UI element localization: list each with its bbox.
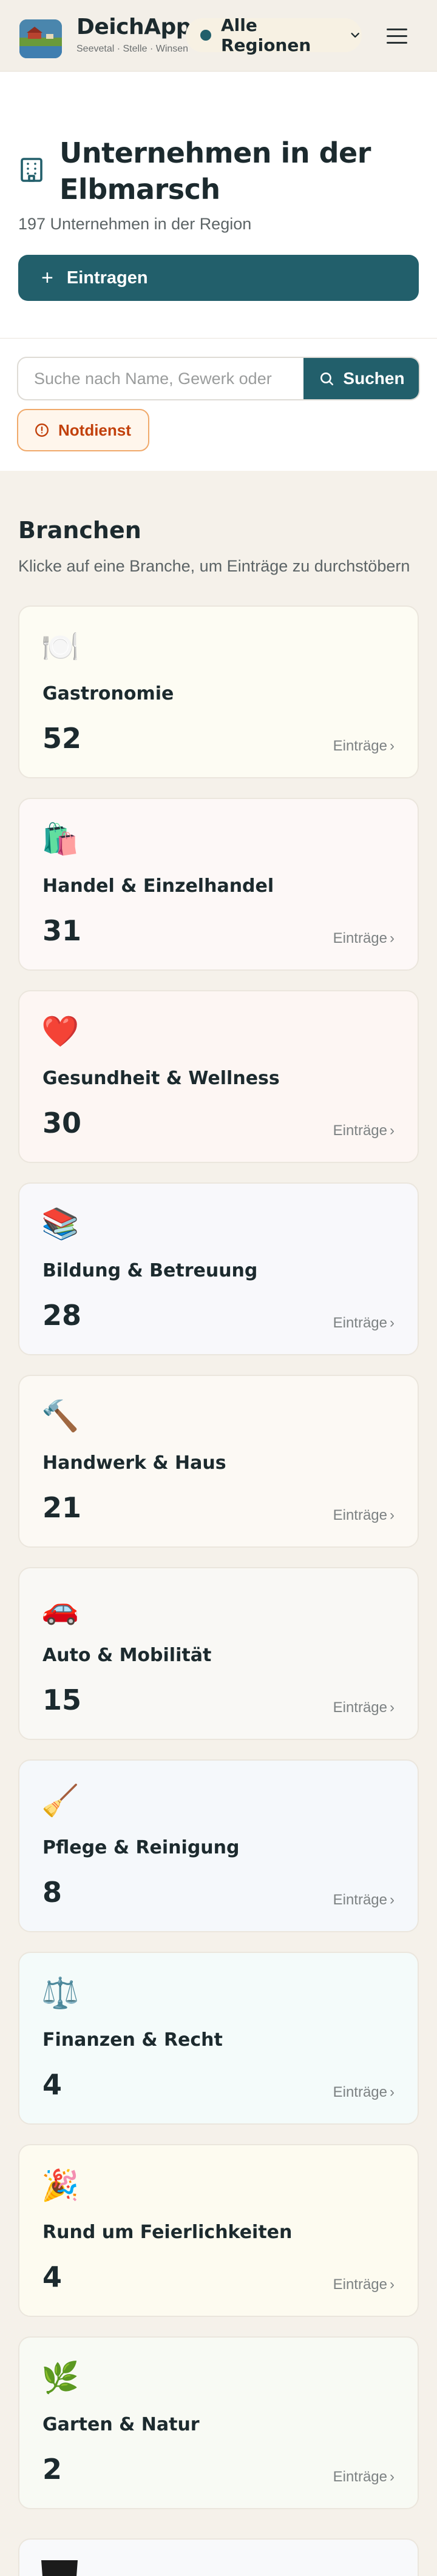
- hero-section: Unternehmen in der Elbmarsch 197 Unterne…: [0, 72, 437, 339]
- branch-name: Finanzen & Recht: [42, 2029, 223, 2051]
- branch-count: 30: [42, 1107, 82, 1139]
- menu-icon-line: [387, 35, 407, 37]
- chevron-down-icon: [351, 33, 359, 38]
- branch-name: Handel & Einzelhandel: [42, 875, 274, 897]
- branch-icon: [41, 2560, 78, 2576]
- region-selector-label: Alle Regionen: [221, 15, 311, 55]
- search-box: Suche n: [17, 357, 420, 400]
- branch-count: 52: [42, 722, 82, 755]
- branches-subtitle: Klicke auf eine Branche, um Einträge zu …: [18, 557, 410, 575]
- region-dot-icon: [200, 30, 211, 41]
- menu-button[interactable]: [380, 21, 414, 51]
- branch-entries-label: Einträge: [333, 738, 395, 755]
- branch-entries-label: Einträge: [333, 1122, 395, 1139]
- branch-count: 4: [42, 2068, 63, 2101]
- books-icon: 📚: [41, 1206, 80, 1241]
- app-tagline: Seevetal · Stelle · Winsen: [76, 44, 189, 54]
- branch-name: Gastronomie: [42, 683, 174, 704]
- search-button-label: Suchen: [343, 369, 405, 388]
- search-icon: [320, 373, 334, 386]
- branch-entries-label: Einträge: [333, 1892, 395, 1909]
- heart-icon: ❤️: [41, 1014, 80, 1049]
- branch-count: 2: [42, 2453, 63, 2486]
- shopping-bags-icon: 🛍️: [41, 821, 80, 857]
- branch-card-partial[interactable]: [18, 2538, 419, 2576]
- add-entry-button[interactable]: + Eintragen: [18, 255, 419, 301]
- branch-card[interactable]: ❤️ Gesundheit & Wellness 30 Einträge: [18, 990, 419, 1163]
- branch-count: 31: [42, 914, 82, 947]
- app-logo[interactable]: [19, 19, 62, 58]
- notdienst-label: Notdienst: [58, 420, 131, 439]
- branch-count: 28: [42, 1299, 82, 1332]
- branch-count: 4: [42, 2261, 63, 2293]
- branch-entries-label: Einträge: [333, 1315, 395, 1332]
- branch-card[interactable]: 🌿 Garten & Natur 2 Einträge: [18, 2336, 419, 2509]
- branches-heading: Branchen: [18, 517, 141, 544]
- plate-cutlery-icon: 🍽️: [41, 629, 80, 664]
- search-button[interactable]: Suchen: [303, 358, 419, 399]
- branch-count: 8: [42, 1876, 63, 1909]
- branch-card[interactable]: 🛍️ Handel & Einzelhandel 31 Einträge: [18, 798, 419, 971]
- branch-name: Gesundheit & Wellness: [42, 1068, 280, 1089]
- hammer-icon: 🔨: [41, 1398, 80, 1434]
- menu-icon-line: [387, 41, 407, 44]
- branch-count: 21: [42, 1491, 82, 1524]
- region-selector[interactable]: Alle Regionen: [186, 15, 362, 55]
- page-title: Unternehmen in der Elbmarsch: [59, 137, 371, 206]
- search-section: Suchen Notdienst: [0, 339, 437, 471]
- branch-name: Auto & Mobilität: [42, 1645, 212, 1666]
- menu-icon: [387, 28, 407, 30]
- broom-icon: 🧹: [41, 1783, 80, 1818]
- car-icon: 🚗: [41, 1591, 80, 1626]
- branch-name: Handwerk & Haus: [42, 1452, 226, 1474]
- building-icon: [21, 158, 42, 182]
- alert-circle-icon: [35, 423, 49, 437]
- branch-card[interactable]: 🎉 Rund um Feierlichkeiten 4 Einträge: [18, 2144, 419, 2317]
- branch-card[interactable]: 🧹 Pflege & Reinigung 8 Einträge: [18, 1759, 419, 1932]
- branch-name: Pflege & Reinigung: [42, 1837, 240, 1858]
- add-entry-label: Eintragen: [66, 268, 148, 288]
- company-count: 197 Unternehmen in der Region: [18, 215, 252, 233]
- branch-card[interactable]: 🍽️ Gastronomie 52 Einträge: [18, 605, 419, 778]
- branch-name: Bildung & Betreuung: [42, 1260, 258, 1281]
- app-name[interactable]: DeichApp: [76, 15, 192, 39]
- scales-icon: ⚖️: [41, 1975, 80, 2011]
- branch-entries-label: Einträge: [333, 2469, 395, 2486]
- branch-card[interactable]: 🚗 Auto & Mobilität 15 Einträge: [18, 1567, 419, 1740]
- branch-card[interactable]: ⚖️ Finanzen & Recht 4 Einträge: [18, 1952, 419, 2125]
- branch-count: 15: [42, 1684, 82, 1716]
- search-input[interactable]: [18, 358, 303, 399]
- branch-card[interactable]: 📚 Bildung & Betreuung 28 Einträge: [18, 1182, 419, 1355]
- branch-name: Rund um Feierlichkeiten: [42, 2222, 293, 2243]
- herb-icon: 🌿: [41, 2360, 80, 2395]
- notdienst-filter[interactable]: Notdienst: [17, 409, 149, 451]
- app-header: DeichApp Seevetal · Stelle · Winsen Alle…: [0, 0, 437, 72]
- branch-entries-label: Einträge: [333, 930, 395, 947]
- branch-entries-label: Einträge: [333, 2084, 395, 2101]
- branch-entries-label: Einträge: [333, 2276, 395, 2293]
- branch-card[interactable]: 🔨 Handwerk & Haus 21 Einträge: [18, 1375, 419, 1548]
- party-popper-icon: 🎉: [41, 2168, 80, 2203]
- branch-entries-label: Einträge: [333, 1507, 395, 1524]
- branch-entries-label: Einträge: [333, 1699, 395, 1716]
- branch-name: Garten & Natur: [42, 2414, 200, 2435]
- plus-icon: +: [41, 266, 53, 289]
